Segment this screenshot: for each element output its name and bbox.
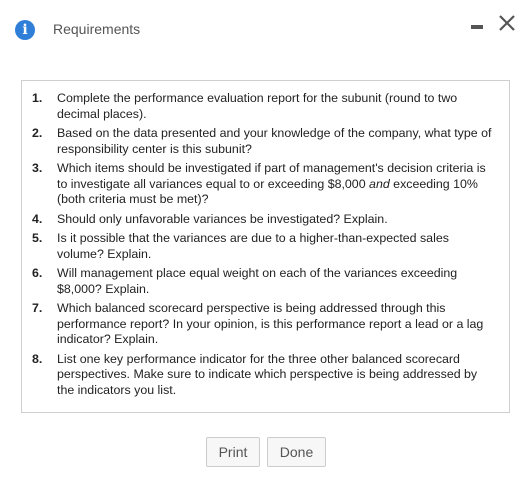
requirements-box: 1. Complete the performance evaluation r… [21,80,510,413]
close-button[interactable] [494,10,520,36]
requirement-text: List one key performance indicator for t… [57,351,478,397]
requirement-number: 8. [32,351,43,366]
minimize-button[interactable] [465,12,487,36]
requirement-text: Based on the data presented and your kno… [57,126,492,156]
requirement-number: 5. [32,231,43,245]
requirements-list: 1. Complete the performance evaluation r… [30,91,495,398]
requirement-emphasis: and [369,176,390,191]
done-button[interactable]: Done [267,437,326,467]
close-icon [499,15,515,31]
requirement-item: 1. Complete the performance evaluation r… [30,91,495,122]
requirement-text: Should only unfavorable variances be inv… [57,211,388,226]
requirement-number: 3. [32,161,43,175]
requirement-number: 4. [32,211,43,226]
minimize-icon [471,25,483,29]
requirement-item: 3. Which items should be investigated if… [30,161,495,208]
requirement-text: Will management place equal weight on ea… [57,266,458,296]
requirement-item: 8. List one key performance indicator fo… [30,352,495,399]
print-button[interactable]: Print [206,437,260,467]
requirement-text: Is it possible that the variances are du… [57,231,449,261]
requirement-item: 7. Which balanced scorecard perspective … [30,301,495,348]
requirement-item: 6. Will management place equal weight on… [30,266,495,297]
requirement-number: 6. [32,266,43,280]
requirement-number: 1. [32,91,43,105]
requirement-text: Which balanced scorecard perspective is … [57,301,484,346]
dialog-titlebar: i Requirements [0,0,532,56]
dialog-title: Requirements [53,21,141,37]
requirement-item: 4. Should only unfavorable variances be … [30,212,495,228]
info-icon: i [15,20,35,40]
requirement-text: Complete the performance evaluation repo… [57,91,458,121]
requirement-number: 7. [32,301,43,315]
requirement-item: 2. Based on the data presented and your … [30,126,495,157]
requirement-number: 2. [32,126,43,140]
requirement-text: Which items should be investigated if pa… [57,161,495,208]
requirement-item: 5. Is it possible that the variances are… [30,231,495,262]
